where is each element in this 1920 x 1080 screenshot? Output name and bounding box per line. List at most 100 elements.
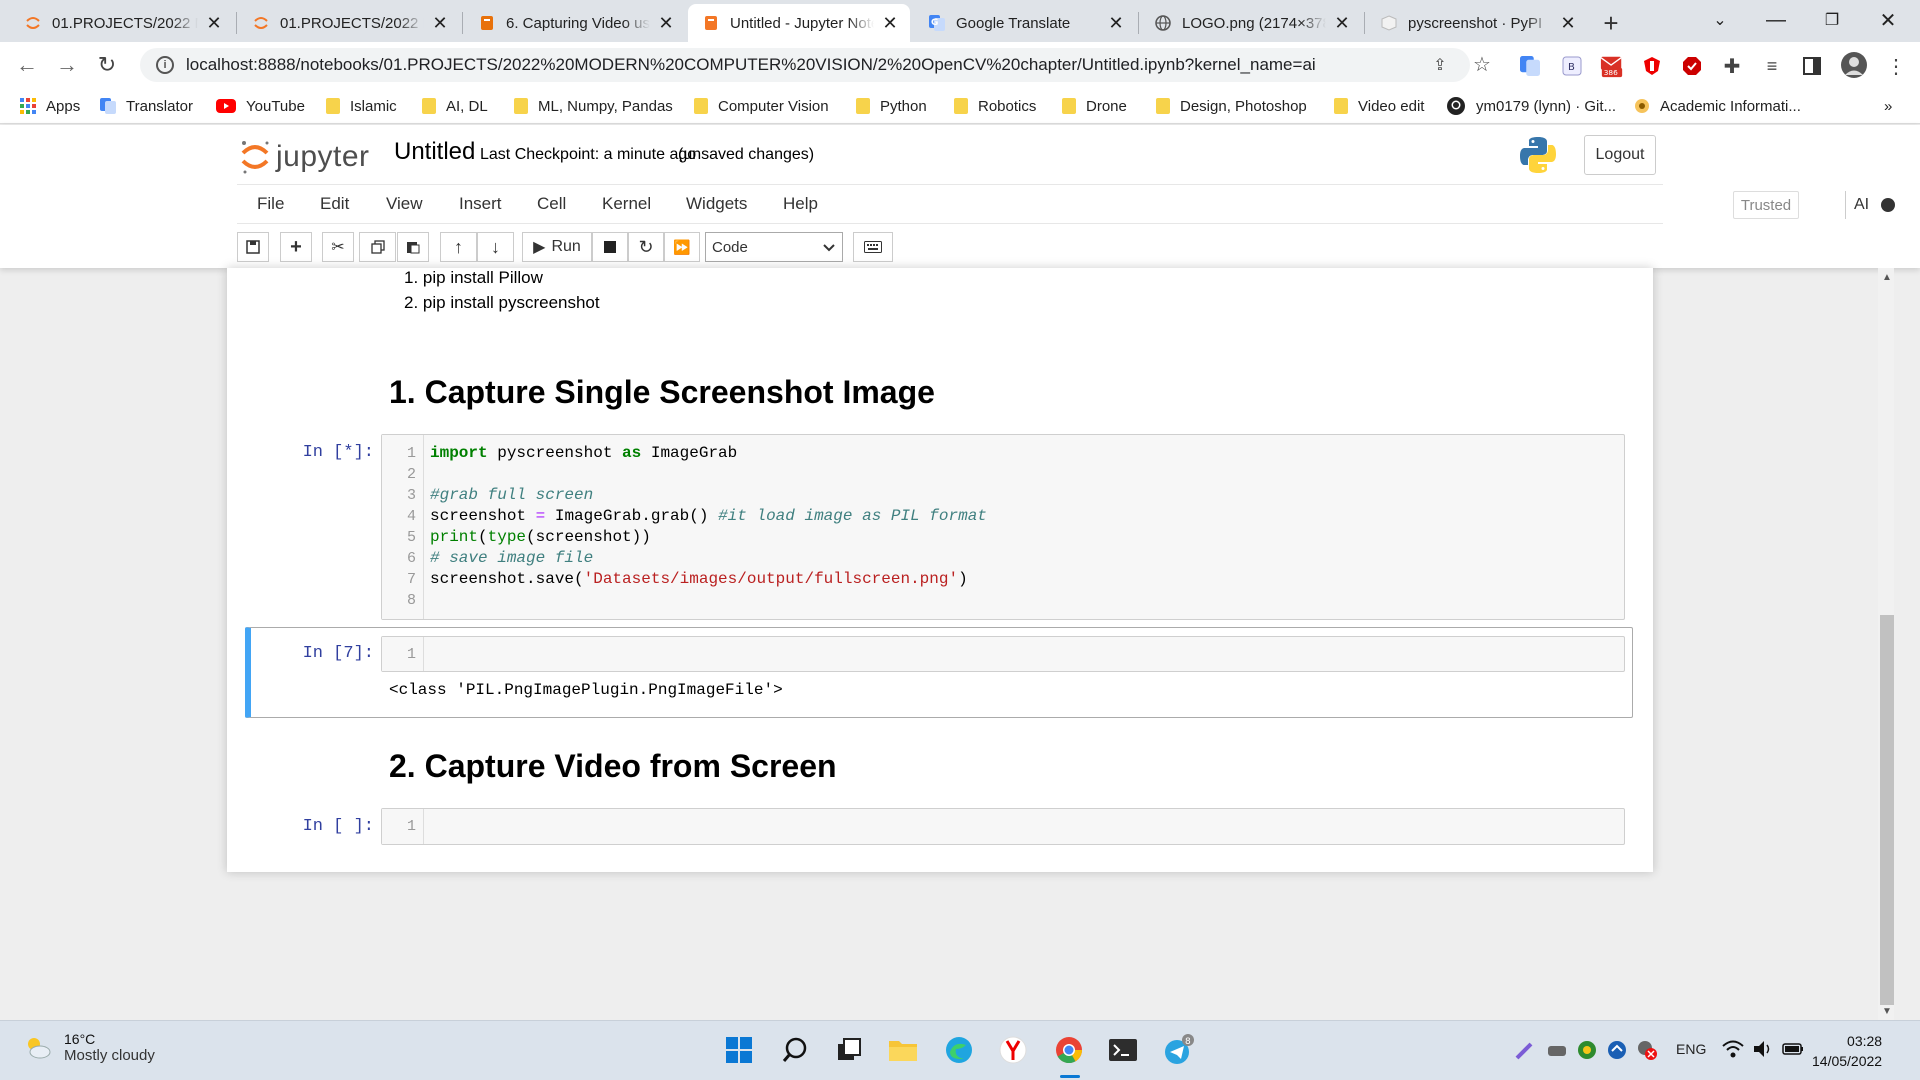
bookmark-github[interactable]: ym0179 (lynn) · Git...: [1446, 96, 1616, 116]
minimize-icon[interactable]: —: [1748, 0, 1804, 40]
browser-tab-5[interactable]: G Google Translate ✕: [914, 4, 1136, 42]
scrollbar-thumb[interactable]: [1880, 615, 1894, 1005]
bookmark-youtube[interactable]: YouTube: [216, 96, 305, 116]
reload-icon[interactable]: ↻: [92, 50, 122, 80]
restart-run-all-button[interactable]: ⏩: [664, 232, 700, 262]
red-shield-extension-icon[interactable]: [1640, 54, 1664, 78]
scroll-down-icon[interactable]: ▼: [1882, 1006, 1892, 1017]
bookmark-folder-python[interactable]: Python: [856, 96, 927, 116]
menu-edit[interactable]: Edit: [320, 194, 349, 214]
jupyter-logo[interactable]: jupyter: [240, 139, 370, 175]
code-cell-1[interactable]: 1 2 3 4 5 6 7 8 import pyscreenshot as I…: [381, 434, 1625, 620]
menu-help[interactable]: Help: [783, 194, 818, 214]
language-indicator[interactable]: ENG: [1676, 1041, 1706, 1057]
move-down-button[interactable]: ↓: [477, 232, 514, 262]
copy-button[interactable]: [359, 232, 396, 262]
browser-tab-2[interactable]: 01.PROJECTS/2022 MODERN COMPUTER VISION …: [238, 4, 460, 42]
bookmark-folder-computer-vision[interactable]: Computer Vision: [694, 96, 829, 116]
code-cell-2[interactable]: 1: [381, 636, 1625, 672]
insert-cell-button[interactable]: +: [280, 232, 312, 262]
close-tab-icon[interactable]: ✕: [880, 13, 900, 33]
bookmarks-overflow-icon[interactable]: »: [1884, 96, 1892, 116]
menu-view[interactable]: View: [386, 194, 423, 214]
more-menu-icon[interactable]: ⋮: [1884, 54, 1908, 78]
new-tab-button[interactable]: +: [1596, 8, 1626, 38]
close-tab-icon[interactable]: ✕: [204, 13, 224, 33]
close-window-icon[interactable]: ✕: [1860, 0, 1916, 40]
logout-button[interactable]: Logout: [1584, 135, 1656, 175]
restart-kernel-button[interactable]: ↻: [628, 232, 664, 262]
extensions-puzzle-icon[interactable]: ✚: [1720, 54, 1744, 78]
paste-button[interactable]: [397, 232, 429, 262]
edge-browser-button[interactable]: [942, 1033, 976, 1067]
command-palette-button[interactable]: [853, 232, 893, 262]
side-panel-icon[interactable]: [1800, 54, 1824, 78]
start-button[interactable]: [722, 1033, 756, 1067]
reading-list-icon[interactable]: ≡: [1760, 54, 1784, 78]
bookmark-star-icon[interactable]: ☆: [1470, 52, 1494, 76]
wifi-icon[interactable]: [1722, 1039, 1744, 1062]
browser-tab-6[interactable]: LOGO.png (2174×378) ✕: [1140, 4, 1362, 42]
forward-icon[interactable]: →: [52, 50, 82, 80]
battery-icon[interactable]: [1782, 1039, 1804, 1062]
adblock-extension-icon[interactable]: [1680, 54, 1704, 78]
tray-security-icon[interactable]: [1576, 1039, 1598, 1064]
close-tab-icon[interactable]: ✕: [1558, 13, 1578, 33]
terminal-button[interactable]: [1106, 1033, 1140, 1067]
notebook-title[interactable]: Untitled: [394, 138, 475, 166]
bookmark-folder-robotics[interactable]: Robotics: [954, 96, 1036, 116]
move-up-button[interactable]: ↑: [440, 232, 477, 262]
run-button[interactable]: ▶ Run: [522, 232, 592, 262]
bookmark-apps[interactable]: Apps: [20, 96, 80, 116]
code-cell-3[interactable]: 1: [381, 808, 1625, 845]
save-button[interactable]: [237, 232, 269, 262]
share-icon[interactable]: ⇪: [1428, 53, 1452, 77]
bookmark-folder-design[interactable]: Design, Photoshop: [1156, 96, 1307, 116]
search-button[interactable]: [778, 1033, 812, 1067]
close-tab-icon[interactable]: ✕: [1332, 13, 1352, 33]
menu-insert[interactable]: Insert: [459, 194, 502, 214]
tray-cloud-icon[interactable]: [1606, 1039, 1628, 1064]
telegram-button[interactable]: 8: [1162, 1033, 1196, 1067]
browser-tab-1[interactable]: 01.PROJECTS/2022 MODERN COMPUTER VISION …: [10, 4, 234, 42]
menu-kernel[interactable]: Kernel: [602, 194, 651, 214]
interrupt-button[interactable]: [592, 232, 628, 262]
cut-button[interactable]: ✂: [322, 232, 354, 262]
system-clock[interactable]: 03:28 14/05/2022: [1812, 1031, 1882, 1071]
menu-file[interactable]: File: [257, 194, 284, 214]
close-tab-icon[interactable]: ✕: [430, 13, 450, 33]
bookmark-folder-ml[interactable]: ML, Numpy, Pandas: [514, 96, 673, 116]
google-translate-extension-icon[interactable]: [1518, 54, 1542, 78]
bookmark-folder-video-edit[interactable]: Video edit: [1334, 96, 1424, 116]
task-view-button[interactable]: [832, 1033, 866, 1067]
menu-cell[interactable]: Cell: [537, 194, 566, 214]
close-tab-icon[interactable]: ✕: [1106, 13, 1126, 33]
restore-icon[interactable]: ❐: [1804, 0, 1860, 40]
tray-app-icon[interactable]: [1546, 1039, 1568, 1064]
profile-avatar[interactable]: [1840, 51, 1868, 79]
browser-tab-3[interactable]: 6. Capturing Video using OpenCV ✕: [464, 4, 686, 42]
trusted-indicator[interactable]: Trusted: [1733, 191, 1799, 219]
close-tab-icon[interactable]: ✕: [656, 13, 676, 33]
back-icon[interactable]: ←: [12, 50, 42, 80]
file-explorer-button[interactable]: [886, 1033, 920, 1067]
chrome-button[interactable]: [1052, 1033, 1086, 1067]
weather-widget[interactable]: 16°C Mostly cloudy: [24, 1031, 155, 1064]
address-bar[interactable]: i localhost:8888/notebooks/01.PROJECTS/2…: [140, 48, 1470, 82]
site-info-icon[interactable]: i: [156, 56, 174, 74]
yandex-browser-button[interactable]: [996, 1033, 1030, 1067]
pen-icon[interactable]: [1514, 1039, 1536, 1064]
browser-tab-active[interactable]: Untitled - Jupyter Notebook ✕: [688, 4, 910, 42]
cell-type-select[interactable]: Code: [705, 232, 843, 262]
b-extension-icon[interactable]: B: [1560, 54, 1584, 78]
tab-search-icon[interactable]: ⌄: [1692, 0, 1748, 40]
scroll-up-icon[interactable]: ▲: [1882, 272, 1892, 283]
mail-extension-icon[interactable]: 386: [1600, 54, 1624, 78]
browser-tab-7[interactable]: pyscreenshot · PyPI ✕: [1366, 4, 1588, 42]
bookmark-folder-islamic[interactable]: Islamic: [326, 96, 397, 116]
volume-icon[interactable]: [1752, 1039, 1774, 1062]
bookmark-translator[interactable]: Translator: [100, 96, 193, 116]
tray-network-error-icon[interactable]: [1636, 1039, 1658, 1064]
bookmark-academic[interactable]: Academic Informati...: [1634, 96, 1801, 116]
menu-widgets[interactable]: Widgets: [686, 194, 747, 214]
